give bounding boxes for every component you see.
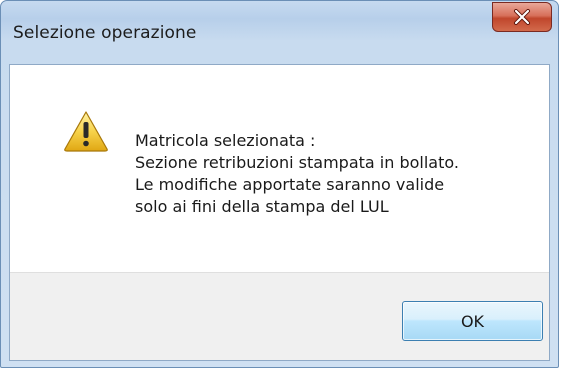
warning-icon [63,110,109,152]
message-line: Matricola selezionata : [135,131,316,150]
ok-button[interactable]: OK [402,301,543,341]
dialog-content: Matricola selezionata : Sezione retribuz… [9,64,550,361]
message-line: Sezione retribuzioni stampata in bollato… [135,153,459,172]
title-bar[interactable]: Selezione operazione [1,1,558,63]
message-text: Matricola selezionata : Sezione retribuz… [135,130,459,218]
close-x-icon [513,9,531,25]
window-title: Selezione operazione [13,23,197,43]
close-button[interactable] [492,2,552,32]
message-line: Le modifiche apportate saranno valide [135,175,445,194]
dialog-window: Selezione operazione Matricola seleziona… [0,0,559,368]
message-line: solo ai fini della stampa del LUL [135,197,389,216]
button-bar: OK [10,272,549,360]
